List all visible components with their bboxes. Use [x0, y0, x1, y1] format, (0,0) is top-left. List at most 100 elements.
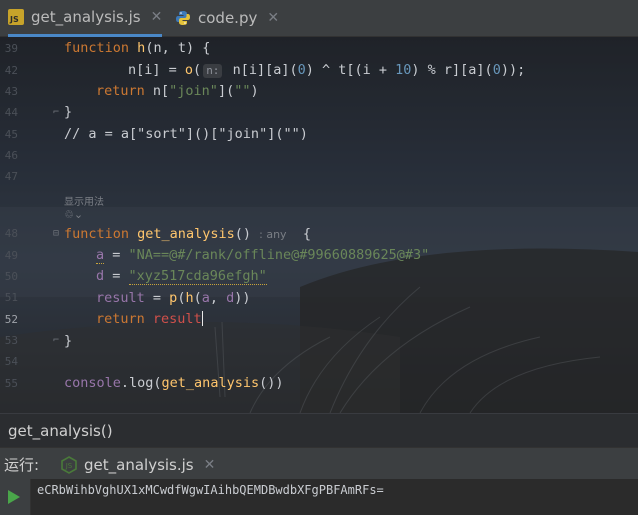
- run-config-tab[interactable]: JS get_analysis.js ✕: [60, 451, 215, 478]
- line-number-current: 52: [4, 313, 18, 326]
- breadcrumb-item[interactable]: get_analysis(): [8, 422, 113, 440]
- variable: console: [64, 375, 121, 391]
- keyword: return: [96, 83, 145, 99]
- string: "NA==@#/rank/offline@#99660889625@#3": [128, 247, 430, 263]
- line-number: 42: [4, 64, 18, 77]
- code-text: n[i] =: [128, 62, 185, 78]
- code-text: ));: [500, 62, 526, 78]
- run-toolbar: [0, 479, 31, 515]
- code-text: ) ^ t[(i +: [305, 62, 396, 78]
- type-inlay-hint: : any: [259, 228, 287, 241]
- text-caret: [201, 311, 203, 326]
- string: "": [234, 83, 251, 99]
- line-number: 48: [4, 227, 18, 240]
- function-name: h: [185, 290, 194, 306]
- parameter-hint: n:: [203, 64, 223, 78]
- variable: a: [201, 290, 210, 306]
- number: 10: [395, 62, 412, 78]
- code-line-55: console.log(get_analysis()): [64, 375, 283, 391]
- show-usages-hint[interactable]: 显示用法: [64, 193, 104, 208]
- variable: result: [96, 290, 145, 306]
- function-name: get_analysis: [161, 375, 260, 391]
- code-text: n[i][a](: [224, 62, 298, 78]
- run-tool-window-header: 运行: JS get_analysis.js ✕: [0, 447, 638, 479]
- nodejs-icon: JS: [61, 455, 77, 474]
- code-text: =: [104, 247, 129, 263]
- code-text: .log(: [120, 375, 162, 391]
- keyword: function: [64, 40, 130, 56]
- code-editor[interactable]: 39 42 43 44 45 46 47 48 49 50 51 52 53 5…: [0, 37, 638, 413]
- code-text: (): [234, 226, 251, 242]
- tab-get-analysis-js[interactable]: JS get_analysis.js ✕: [8, 0, 163, 37]
- code-line-50: d = "xyz517cda96efgh": [96, 268, 267, 285]
- tab-label: code.py: [198, 9, 258, 27]
- run-label: 运行:: [4, 456, 40, 474]
- code-text: ) % r][a](: [411, 62, 493, 78]
- code-line-43: return n["join"](""): [96, 83, 259, 99]
- string: "xyz517cda96efgh": [128, 268, 267, 285]
- usages-dropdown-icon[interactable]: ♲⌄: [64, 208, 83, 221]
- code-text: =: [104, 268, 129, 284]
- fold-end-icon[interactable]: ⌐: [53, 107, 59, 118]
- line-number: 44: [4, 106, 18, 119]
- code-text: ,: [209, 290, 227, 306]
- code-text: (: [193, 62, 202, 78]
- line-number: 43: [4, 85, 18, 98]
- python-file-icon: [176, 11, 190, 25]
- tab-code-py[interactable]: code.py ✕: [175, 0, 279, 36]
- function-name: get_analysis: [137, 226, 235, 242]
- close-icon[interactable]: ✕: [204, 457, 216, 473]
- tab-label: get_analysis.js: [31, 8, 141, 26]
- keyword: return: [96, 311, 145, 327]
- js-file-icon: JS: [8, 9, 24, 25]
- breadcrumb[interactable]: get_analysis(): [0, 413, 638, 447]
- code-text: n[: [144, 83, 170, 99]
- run-console[interactable]: eCRbWihbVghUX1xMCwdfWgwIAihbQEMDBwdbXFgP…: [0, 479, 638, 515]
- console-output: eCRbWihbVghUX1xMCwdfWgwIAihbQEMDBwdbXFgP…: [37, 483, 384, 497]
- line-number: 50: [4, 270, 18, 283]
- code-text: {: [286, 226, 311, 242]
- number: 0: [297, 62, 306, 78]
- variable: d: [96, 268, 105, 284]
- function-name: o: [184, 62, 194, 78]
- code-text: ](: [217, 83, 235, 99]
- line-number: 54: [4, 355, 18, 368]
- svg-text:JS: JS: [65, 462, 73, 470]
- code-text: (n, t) {: [145, 40, 211, 56]
- line-number: 47: [4, 170, 18, 183]
- code-line-44: }: [64, 104, 73, 120]
- code-text: ()): [259, 375, 284, 391]
- close-icon[interactable]: ✕: [151, 9, 163, 25]
- code-line-51: result = p(h(a, d)): [96, 290, 251, 306]
- rerun-icon[interactable]: [7, 489, 21, 505]
- line-number: 46: [4, 149, 18, 162]
- line-number: 39: [4, 42, 18, 55]
- fold-start-icon[interactable]: ⊟: [53, 228, 59, 239]
- code-text: )): [234, 290, 251, 306]
- code-line-53: }: [64, 333, 73, 349]
- close-icon[interactable]: ✕: [267, 10, 279, 26]
- run-tab-label: get_analysis.js: [84, 455, 194, 474]
- line-number-gutter: 39 42 43 44 45 46 47 48 49 50 51 52 53 5…: [0, 37, 48, 413]
- code-text: =: [144, 290, 170, 306]
- line-number: 53: [4, 334, 18, 347]
- line-number: 49: [4, 249, 18, 262]
- code-line-45-comment: // a = a["sort"]()["join"](""): [64, 126, 308, 142]
- line-number: 55: [4, 377, 18, 390]
- line-number: 45: [4, 128, 18, 141]
- code-line-52: return result: [96, 311, 203, 327]
- code-line-42: n[i] = o(n: n[i][a](0) ^ t[(i + 10) % r]…: [128, 62, 525, 78]
- code-line-49: a = "NA==@#/rank/offline@#99660889625@#3…: [96, 247, 430, 264]
- code-line-39: function h(n, t) {: [64, 40, 210, 56]
- number: 0: [492, 62, 501, 78]
- code-line-48: function get_analysis() : any {: [64, 226, 311, 242]
- line-number: 51: [4, 291, 18, 304]
- code-text: (: [193, 290, 202, 306]
- editor-tab-bar: JS get_analysis.js ✕ code.py ✕: [0, 0, 638, 37]
- variable: a: [96, 247, 105, 264]
- keyword: function: [64, 226, 130, 242]
- code-text: ): [250, 83, 259, 99]
- string: "join": [169, 83, 218, 99]
- variable: result: [144, 311, 202, 327]
- fold-end-icon[interactable]: ⌐: [53, 335, 59, 346]
